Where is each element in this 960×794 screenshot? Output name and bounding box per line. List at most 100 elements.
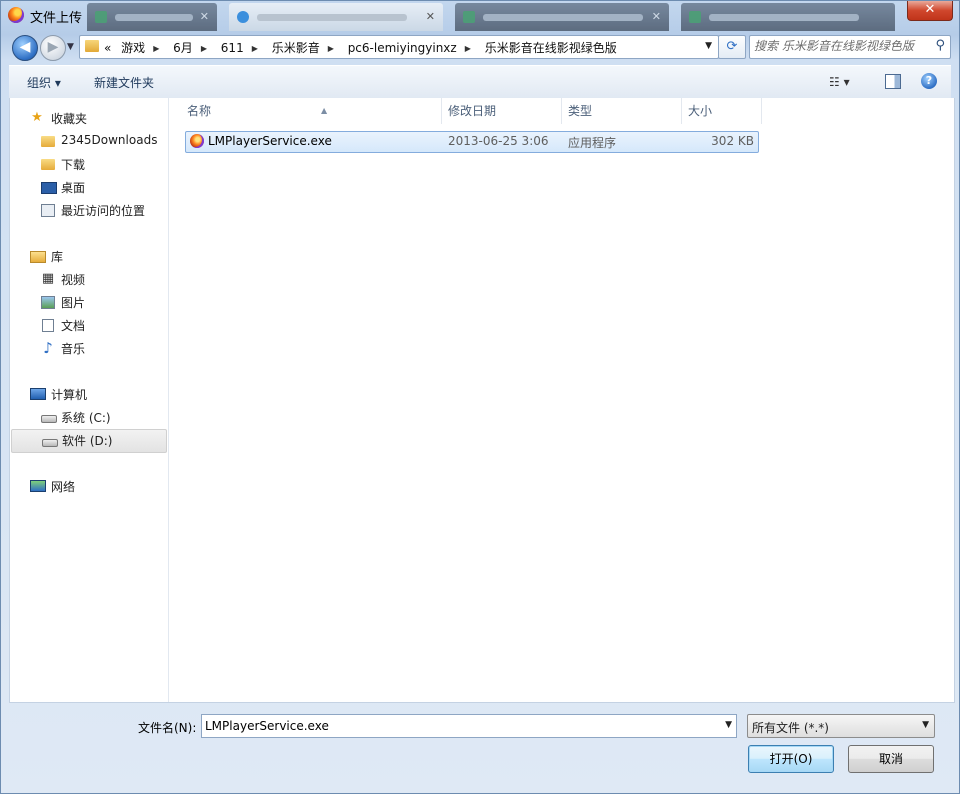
blurred-text	[115, 14, 193, 21]
sidebar-item-network[interactable]: 网络	[10, 475, 166, 497]
forward-button[interactable]: ▶	[40, 35, 66, 61]
tab-favicon	[689, 11, 701, 23]
blurred-text	[483, 14, 643, 21]
star-icon: ★	[31, 110, 43, 125]
downloads-folder-icon	[41, 159, 55, 170]
sidebar-item-label: 音乐	[61, 342, 86, 356]
search-input[interactable]	[754, 38, 924, 54]
filetype-select[interactable]: 所有文件 (*.*) ▼	[747, 714, 935, 738]
sidebar-item-downloads[interactable]: 下载	[10, 153, 166, 175]
picture-icon	[41, 296, 55, 309]
sidebar-item-label: 视频	[61, 273, 86, 287]
sidebar-item-label: 系统 (C:)	[61, 411, 111, 425]
folder-icon	[41, 136, 55, 147]
table-row[interactable]: LMPlayerService.exe 2013-06-25 3:06 应用程序…	[185, 131, 759, 153]
sidebar-item-videos[interactable]: ▦ 视频	[10, 268, 166, 290]
chevron-right-icon[interactable]: ▶	[328, 44, 334, 53]
search-box[interactable]: ⚲	[749, 35, 951, 59]
help-icon[interactable]: ?	[921, 73, 937, 89]
breadcrumb: « 游戏 ▶ 6月 ▶ 611 ▶ 乐米影音 ▶ pc6-lemiyingyinxz ▶ …	[104, 39, 623, 56]
sidebar-item-label: 桌面	[61, 181, 86, 195]
sidebar-item-label: 软件 (D:)	[62, 434, 113, 448]
recent-locations-dropdown[interactable]: ▼	[67, 42, 74, 52]
chevron-right-icon[interactable]: ▶	[465, 44, 471, 53]
chevron-down-icon[interactable]: ▼	[725, 720, 732, 730]
column-header-label: 类型	[568, 104, 593, 118]
sidebar-item-pictures[interactable]: 图片	[10, 291, 166, 313]
chevron-right-icon[interactable]: ▶	[201, 44, 207, 53]
refresh-button[interactable]: ⟳	[718, 35, 746, 59]
sidebar-item-music[interactable]: ♪ 音乐	[10, 337, 166, 359]
tab-favicon	[463, 11, 475, 23]
folder-icon	[85, 40, 99, 52]
chevron-right-icon[interactable]: ▶	[153, 44, 159, 53]
filetype-value: 所有文件 (*.*)	[752, 721, 829, 735]
address-dropdown-icon[interactable]: ▼	[705, 41, 712, 51]
chevron-right-icon[interactable]: ▶	[252, 44, 258, 53]
column-header-modified[interactable]: 修改日期	[442, 98, 562, 124]
sidebar-item-2345downloads[interactable]: 2345Downloads	[10, 130, 166, 152]
close-window-button[interactable]: ✕	[907, 1, 953, 21]
breadcrumb-item[interactable]: pc6-lemiyingyinxz	[348, 41, 457, 55]
content-area: ★ 收藏夹 2345Downloads 下载 桌面 最近访问的位置 库 ▦ 视频…	[9, 98, 955, 703]
filename-combobox[interactable]: ▼	[201, 714, 737, 738]
sidebar-item-drive-d[interactable]: 软件 (D:)	[11, 429, 167, 453]
open-button[interactable]: 打开(O)	[748, 745, 834, 773]
sidebar-item-recent-places[interactable]: 最近访问的位置	[10, 199, 166, 221]
new-folder-button[interactable]: 新建文件夹	[94, 74, 154, 91]
preview-pane-icon[interactable]	[885, 74, 901, 89]
file-list: 名称 ▲ 修改日期 类型 大小 LMPlayerService.exe 2013…	[169, 98, 954, 702]
change-view-button[interactable]: ☷ ▾	[829, 75, 850, 89]
sidebar-item-label: 图片	[61, 296, 86, 310]
column-header-name[interactable]: 名称 ▲	[181, 98, 442, 124]
close-icon: ✕	[651, 10, 661, 23]
background-tab: ✕	[229, 3, 443, 31]
tab-favicon	[237, 11, 249, 23]
breadcrumb-item[interactable]: 游戏	[121, 41, 145, 55]
sidebar-item-label: 下载	[61, 158, 86, 172]
close-icon: ✕	[425, 10, 435, 23]
blurred-text	[257, 14, 407, 21]
column-header-type[interactable]: 类型	[562, 98, 682, 124]
background-tab	[681, 3, 895, 31]
sidebar-item-label: 网络	[51, 480, 76, 494]
organize-menu[interactable]: 组织 ▾	[27, 74, 61, 91]
sidebar-item-label: 计算机	[51, 388, 88, 402]
address-bar[interactable]: « 游戏 ▶ 6月 ▶ 611 ▶ 乐米影音 ▶ pc6-lemiyingyinxz ▶ …	[79, 35, 719, 59]
file-name: LMPlayerService.exe	[208, 134, 332, 148]
library-icon	[30, 251, 46, 263]
filename-input[interactable]	[205, 718, 705, 734]
tab-favicon	[95, 11, 107, 23]
breadcrumb-item[interactable]: 611	[221, 41, 244, 55]
sidebar-item-favorites[interactable]: ★ 收藏夹	[10, 107, 166, 129]
column-header-label: 名称	[187, 104, 212, 118]
filename-label: 文件名(N):	[138, 721, 197, 735]
breadcrumb-overflow[interactable]: «	[104, 41, 111, 55]
background-tab: ✕	[455, 3, 669, 31]
back-button[interactable]: ◀	[12, 35, 38, 61]
column-header-label: 修改日期	[448, 104, 497, 118]
cancel-button[interactable]: 取消	[848, 745, 934, 773]
sidebar-item-label: 文档	[61, 319, 86, 333]
exe-file-icon	[190, 134, 204, 148]
close-icon: ✕	[199, 10, 209, 23]
sidebar-item-libraries[interactable]: 库	[10, 245, 166, 267]
file-modified: 2013-06-25 3:06	[448, 134, 549, 148]
sidebar-item-label: 最近访问的位置	[61, 204, 146, 218]
recent-places-icon	[41, 204, 55, 217]
firefox-icon	[8, 7, 24, 23]
file-type: 应用程序	[568, 136, 617, 150]
film-icon: ▦	[41, 271, 55, 286]
window-title: 文件上传	[30, 11, 83, 26]
sidebar-item-desktop[interactable]: 桌面	[10, 176, 166, 198]
column-header-size[interactable]: 大小	[682, 98, 762, 124]
title-bar[interactable]: 文件上传 ✕ ✕ ✕ ✕	[1, 1, 959, 31]
breadcrumb-item[interactable]: 乐米影音在线影视绿色版	[485, 41, 617, 55]
sidebar-item-documents[interactable]: 文档	[10, 314, 166, 336]
sidebar-item-drive-c[interactable]: 系统 (C:)	[10, 406, 166, 428]
breadcrumb-item[interactable]: 乐米影音	[272, 41, 320, 55]
breadcrumb-item[interactable]: 6月	[173, 41, 193, 55]
search-icon[interactable]: ⚲	[935, 38, 945, 53]
sidebar-item-computer[interactable]: 计算机	[10, 383, 166, 405]
command-bar: 组织 ▾ 新建文件夹 ☷ ▾ ?	[9, 65, 951, 99]
